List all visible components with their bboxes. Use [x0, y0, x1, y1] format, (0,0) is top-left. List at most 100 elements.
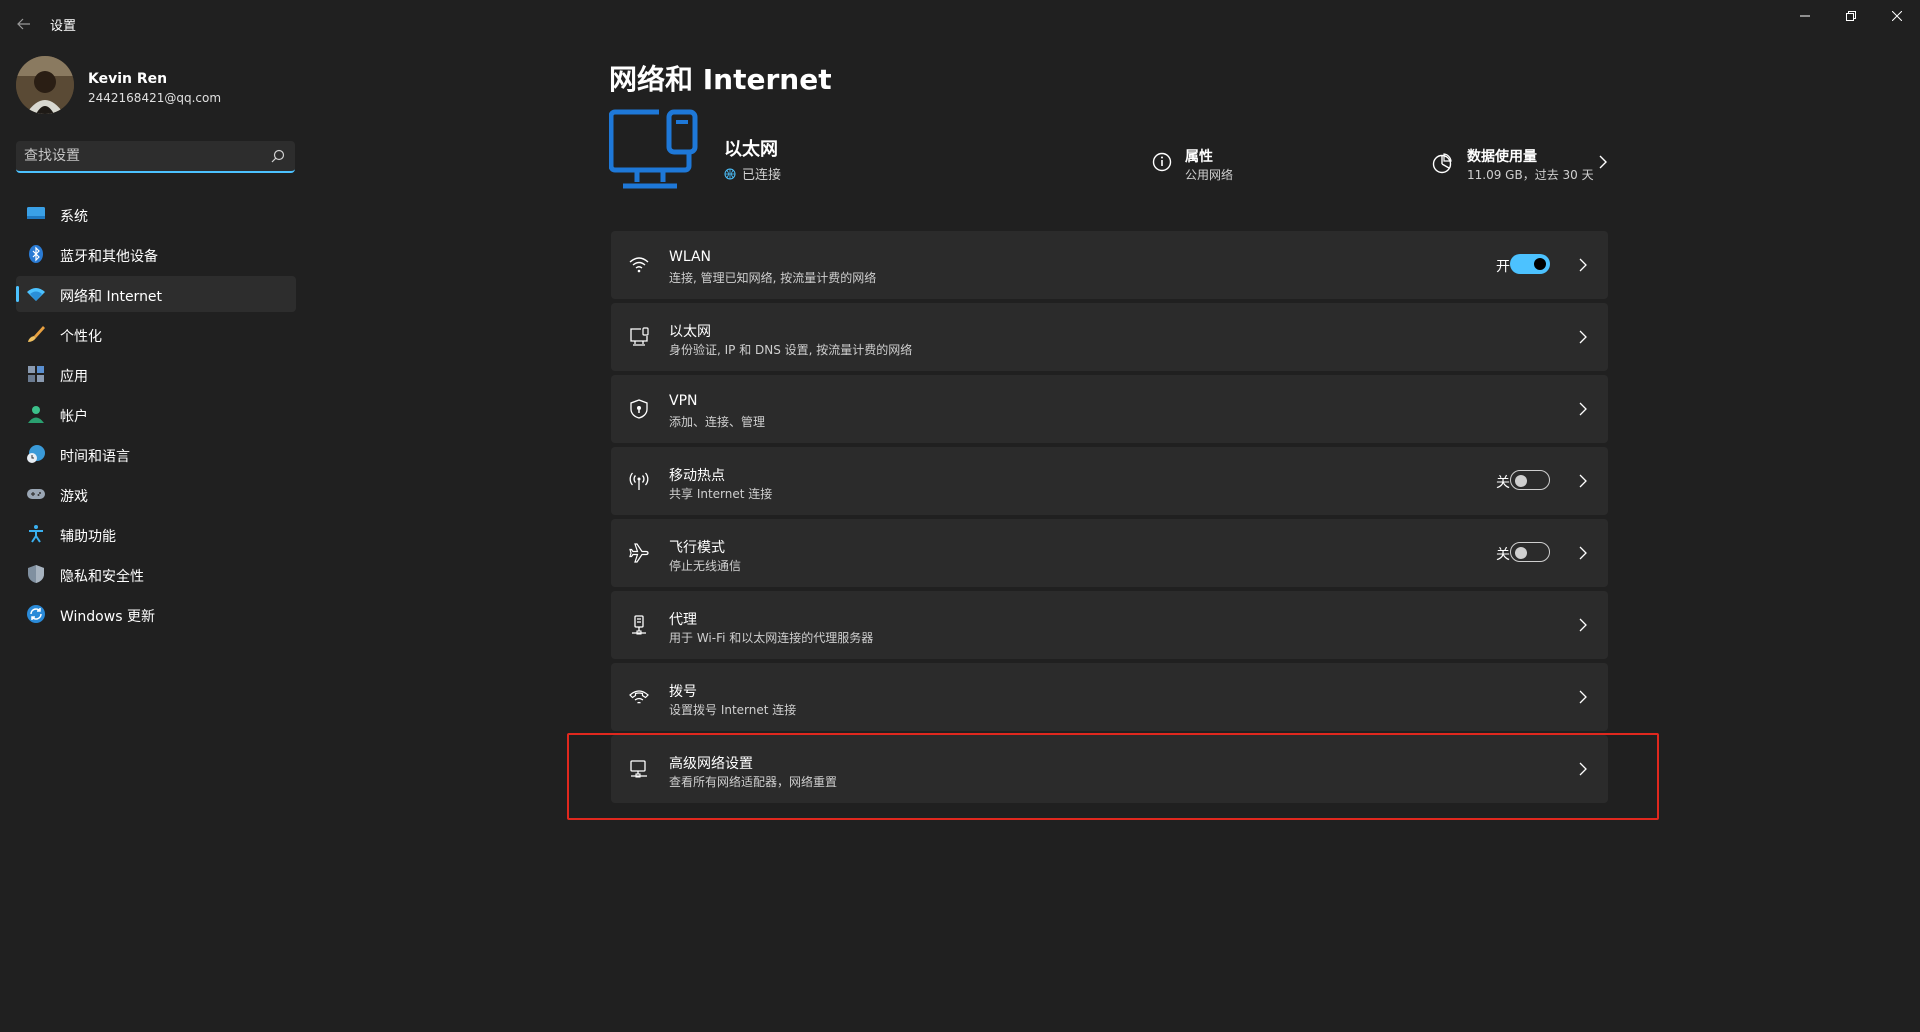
app-title: 设置 — [50, 19, 77, 34]
network-icon — [26, 284, 46, 304]
card-description: 停止无线通信 — [669, 559, 742, 573]
connection-summary: 以太网 已连接 属性 公用网络 数据使用量 11.09 GB，过去 30 天 — [609, 108, 1609, 208]
properties-subtitle: 公用网络 — [1185, 168, 1234, 182]
wlan-toggle[interactable] — [1510, 254, 1550, 274]
card-description: 用于 Wi-Fi 和以太网连接的代理服务器 — [669, 631, 874, 645]
toggle-knob — [1534, 258, 1546, 270]
sidebar-item-label: 隐私和安全性 — [60, 569, 144, 585]
sidebar-item-label: Windows 更新 — [60, 609, 155, 625]
dialup-icon — [627, 685, 651, 709]
card-title: 拨号 — [669, 684, 697, 700]
bluetooth-icon — [26, 244, 46, 264]
sidebar-item-privacy[interactable]: 隐私和安全性 — [16, 556, 296, 592]
search-input[interactable] — [24, 141, 254, 171]
card-title: WLAN — [669, 249, 712, 265]
sidebar-item-label: 游戏 — [60, 489, 88, 505]
sidebar-item-label: 网络和 Internet — [60, 289, 163, 305]
search-box[interactable] — [16, 141, 295, 173]
sidebar-item-network[interactable]: 网络和 Internet — [16, 276, 296, 312]
sidebar-item-bluetooth[interactable]: 蓝牙和其他设备 — [16, 236, 296, 272]
connection-name: 以太网 — [724, 139, 778, 160]
proxy-card[interactable]: 代理 用于 Wi-Fi 和以太网连接的代理服务器 — [611, 591, 1608, 659]
vpn-card[interactable]: VPN 添加、连接、管理 — [611, 375, 1608, 443]
ethernet-card[interactable]: 以太网 身份验证, IP 和 DNS 设置, 按流量计费的网络 — [611, 303, 1608, 371]
back-button[interactable] — [10, 10, 38, 38]
user-profile[interactable]: Kevin Ren 2442168421@qq.com — [16, 56, 296, 118]
toggle-state-label: 开 — [1496, 259, 1510, 275]
chevron-right-icon — [1579, 402, 1587, 416]
ethernet-icon — [627, 325, 651, 349]
sidebar-item-accounts[interactable]: 帐户 — [16, 396, 296, 432]
restore-button[interactable] — [1828, 0, 1874, 32]
advanced-network-icon — [627, 757, 651, 781]
sidebar-item-time-language[interactable]: 时间和语言 — [16, 436, 296, 472]
sidebar-item-accessibility[interactable]: 辅助功能 — [16, 516, 296, 552]
wifi-icon — [627, 253, 651, 277]
chevron-right-icon — [1579, 258, 1587, 272]
sidebar-item-personalization[interactable]: 个性化 — [16, 316, 296, 352]
card-description: 连接, 管理已知网络, 按流量计费的网络 — [669, 271, 877, 285]
chevron-right-icon — [1579, 330, 1587, 344]
globe-icon — [724, 168, 736, 179]
chevron-right-icon — [1599, 155, 1607, 169]
sidebar-item-label: 蓝牙和其他设备 — [60, 249, 158, 265]
sidebar-nav: 系统 蓝牙和其他设备 网络和 Internet 个性化 应用 帐户 时间和语言 … — [16, 196, 296, 636]
back-arrow-icon — [17, 18, 30, 30]
chevron-right-icon — [1579, 474, 1587, 488]
card-description: 设置拨号 Internet 连接 — [669, 703, 797, 717]
sidebar-item-label: 系统 — [60, 209, 88, 225]
data-usage-title: 数据使用量 — [1467, 149, 1537, 165]
info-icon — [1152, 152, 1172, 172]
sidebar-item-label: 应用 — [60, 369, 88, 385]
chevron-right-icon — [1579, 618, 1587, 632]
advanced-network-settings-card[interactable]: 高级网络设置 查看所有网络适配器，网络重置 — [611, 735, 1608, 803]
shield-icon — [26, 564, 46, 584]
wlan-card[interactable]: WLAN 连接, 管理已知网络, 按流量计费的网络 开 — [611, 231, 1608, 299]
status-text: 已连接 — [742, 168, 782, 183]
brush-icon — [26, 324, 46, 344]
title-bar: 设置 — [0, 0, 1920, 48]
card-description: 查看所有网络适配器，网络重置 — [669, 775, 838, 789]
restore-icon — [1846, 11, 1856, 21]
card-title: VPN — [669, 393, 698, 409]
mobile-hotspot-card[interactable]: 移动热点 共享 Internet 连接 关 — [611, 447, 1608, 515]
avatar — [16, 56, 74, 114]
close-button[interactable] — [1874, 0, 1920, 32]
minimize-icon — [1800, 15, 1810, 17]
user-email: 2442168421@qq.com — [88, 91, 222, 105]
ethernet-monitor-icon — [609, 109, 698, 189]
chevron-right-icon — [1579, 690, 1587, 704]
system-icon — [26, 204, 46, 224]
gamepad-icon — [26, 484, 46, 504]
search-icon[interactable] — [271, 149, 285, 163]
page-title: 网络和 Internet — [609, 63, 832, 96]
sidebar-item-label: 个性化 — [60, 329, 102, 345]
card-description: 共享 Internet 连接 — [669, 487, 773, 501]
sidebar-item-windows-update[interactable]: Windows 更新 — [16, 596, 296, 632]
toggle-state-label: 关 — [1496, 547, 1510, 563]
data-usage-subtitle: 11.09 GB，过去 30 天 — [1467, 168, 1594, 182]
apps-icon — [26, 364, 46, 384]
sidebar-item-system[interactable]: 系统 — [16, 196, 296, 232]
card-title: 飞行模式 — [669, 540, 725, 556]
dialup-card[interactable]: 拨号 设置拨号 Internet 连接 — [611, 663, 1608, 731]
properties-link[interactable]: 属性 公用网络 — [1142, 142, 1272, 186]
hotspot-icon — [627, 469, 651, 493]
airplane-mode-card[interactable]: 飞行模式 停止无线通信 关 — [611, 519, 1608, 587]
toggle-knob — [1515, 475, 1527, 487]
card-title: 高级网络设置 — [669, 756, 753, 772]
sidebar-item-label: 帐户 — [60, 409, 88, 425]
sidebar-item-apps[interactable]: 应用 — [16, 356, 296, 392]
toggle-knob — [1515, 547, 1527, 559]
airplane-icon — [627, 541, 651, 565]
minimize-button[interactable] — [1782, 0, 1828, 32]
toggle-state-label: 关 — [1496, 475, 1510, 491]
mobile-hotspot-toggle[interactable] — [1510, 470, 1550, 490]
card-title: 以太网 — [669, 324, 711, 340]
vpn-shield-icon — [627, 397, 651, 421]
data-usage-link[interactable]: 数据使用量 11.09 GB，过去 30 天 — [1421, 142, 1609, 186]
card-description: 添加、连接、管理 — [669, 415, 766, 429]
accessibility-icon — [26, 524, 46, 544]
airplane-mode-toggle[interactable] — [1510, 542, 1550, 562]
sidebar-item-gaming[interactable]: 游戏 — [16, 476, 296, 512]
